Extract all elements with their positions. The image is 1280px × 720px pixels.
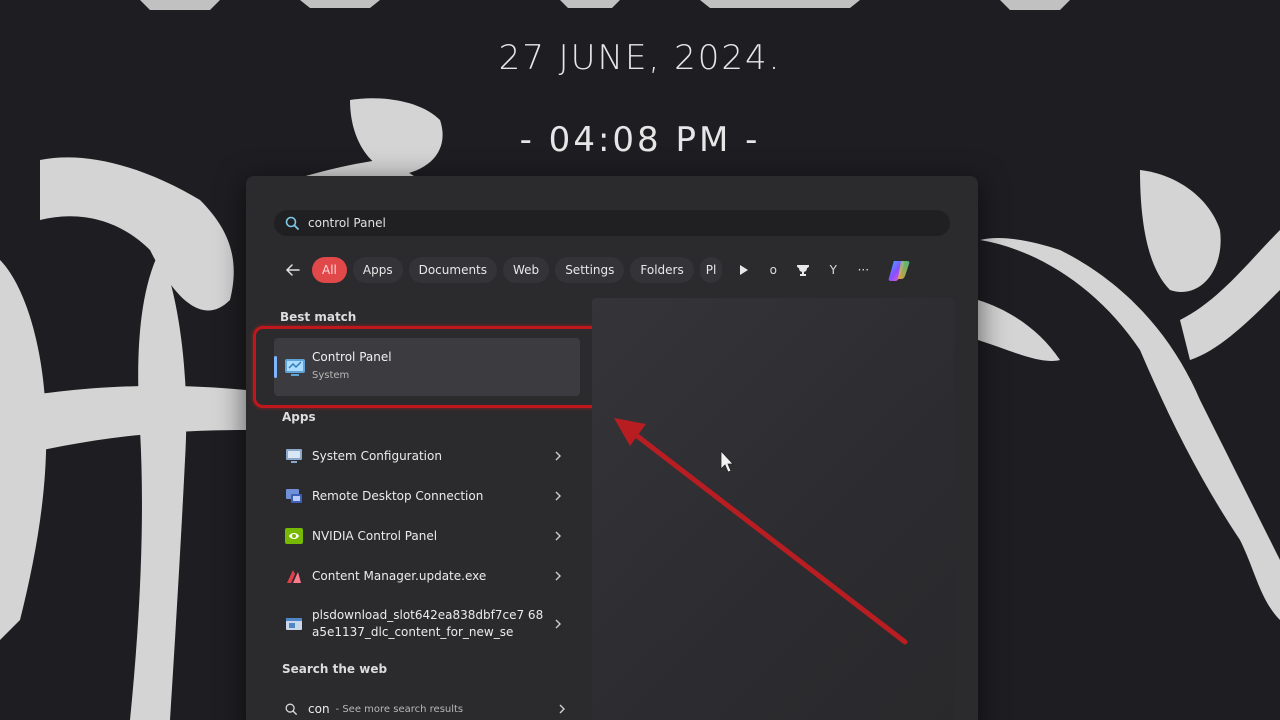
remote-desktop-icon (284, 486, 304, 506)
web-query: con (308, 702, 330, 716)
annotation-highlight-box (253, 326, 603, 408)
app-name: Remote Desktop Connection (312, 488, 484, 503)
filter-chip-settings[interactable]: Settings (555, 257, 625, 283)
account-initial-y[interactable]: Y (818, 257, 848, 283)
arrow-left-icon[interactable] (282, 259, 304, 281)
search-icon (284, 702, 298, 716)
search-filter-bar: All Apps Documents Web Settings Folders … (282, 256, 952, 284)
search-box[interactable] (274, 210, 950, 236)
account-initial[interactable]: o (758, 257, 788, 283)
trophy-icon[interactable] (788, 257, 818, 283)
content-manager-icon (284, 566, 304, 586)
search-web-heading: Search the web (282, 662, 388, 676)
list-item[interactable]: plsdownload_slot642ea838dbf7ce7 68a5e113… (274, 596, 574, 652)
system-configuration-icon (284, 446, 304, 466)
filter-chip-folders[interactable]: Folders (630, 257, 694, 283)
start-search-panel: All Apps Documents Web Settings Folders … (246, 176, 978, 720)
apps-list: System Configuration Remote Desktop Conn… (274, 436, 574, 652)
chevron-right-icon[interactable] (550, 528, 566, 544)
chevron-right-icon[interactable] (550, 488, 566, 504)
chevron-right-icon[interactable] (550, 568, 566, 584)
web-search-hint: - See more search results (335, 703, 464, 715)
web-search-result[interactable]: con - See more search results (274, 696, 574, 720)
chevron-right-icon[interactable] (550, 616, 566, 632)
app-name: System Configuration (312, 448, 442, 463)
filter-chip-documents[interactable]: Documents (408, 257, 498, 283)
list-item[interactable]: Content Manager.update.exe (274, 556, 574, 596)
filter-chip-photos[interactable]: Pl (699, 257, 723, 283)
search-icon (284, 215, 300, 231)
app-name: plsdownload_slot642ea838dbf7ce7 68a5e113… (312, 608, 544, 639)
search-input[interactable] (308, 216, 908, 230)
list-item[interactable]: Remote Desktop Connection (274, 476, 574, 516)
apps-heading: Apps (282, 410, 316, 424)
copilot-icon[interactable] (886, 256, 914, 284)
lockscreen-date: 27 JUNE, 2024. (498, 38, 782, 78)
play-icon[interactable] (728, 257, 758, 283)
filter-chip-apps[interactable]: Apps (352, 257, 403, 283)
filter-chip-all[interactable]: All (312, 257, 347, 283)
list-item[interactable]: System Configuration (274, 436, 574, 476)
app-name: Content Manager.update.exe (312, 568, 487, 583)
list-item[interactable]: NVIDIA Control Panel (274, 516, 574, 556)
lockscreen-time: - 04:08 PM - (519, 120, 761, 160)
filter-chip-web[interactable]: Web (503, 257, 550, 283)
app-name: NVIDIA Control Panel (312, 528, 438, 543)
best-match-heading: Best match (280, 310, 357, 324)
result-preview-pane (592, 298, 954, 720)
chevron-right-icon[interactable] (558, 704, 566, 714)
more-options-icon[interactable]: ··· (848, 257, 878, 283)
nvidia-icon (284, 526, 304, 546)
executable-file-icon (284, 614, 304, 634)
chevron-right-icon[interactable] (550, 448, 566, 464)
